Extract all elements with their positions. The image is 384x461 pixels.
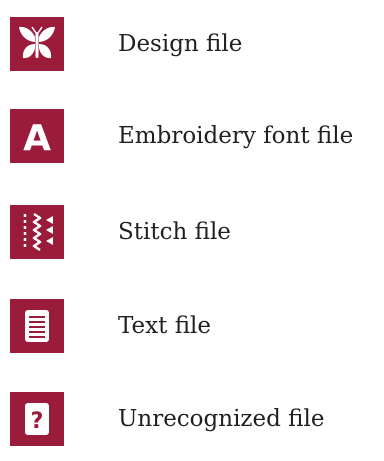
letter-a-icon: A [10, 109, 64, 163]
letter-a-glyph: A [23, 118, 51, 159]
legend-label-stitch-file: Stitch file [118, 219, 231, 245]
legend-label-design-file: Design file [118, 31, 243, 57]
legend-row-stitch-file: Stitch file [10, 205, 231, 259]
legend-row-design-file: Design file [10, 17, 242, 71]
butterfly-icon [10, 17, 64, 71]
question-mark-icon: ? [10, 392, 64, 446]
legend-row-embroidery-font-file: A Embroidery font file [10, 109, 353, 163]
legend-label-embroidery-font-file: Embroidery font file [118, 123, 354, 149]
legend-label-text-file: Text file [118, 313, 211, 339]
legend-row-unrecognized-file: ? Unrecognized file [10, 392, 325, 446]
legend-row-text-file: Text file [10, 299, 211, 353]
text-document-icon [10, 299, 64, 353]
question-mark-glyph: ? [31, 409, 44, 434]
legend-label-unrecognized-file: Unrecognized file [118, 406, 325, 432]
stitch-icon [10, 205, 64, 259]
